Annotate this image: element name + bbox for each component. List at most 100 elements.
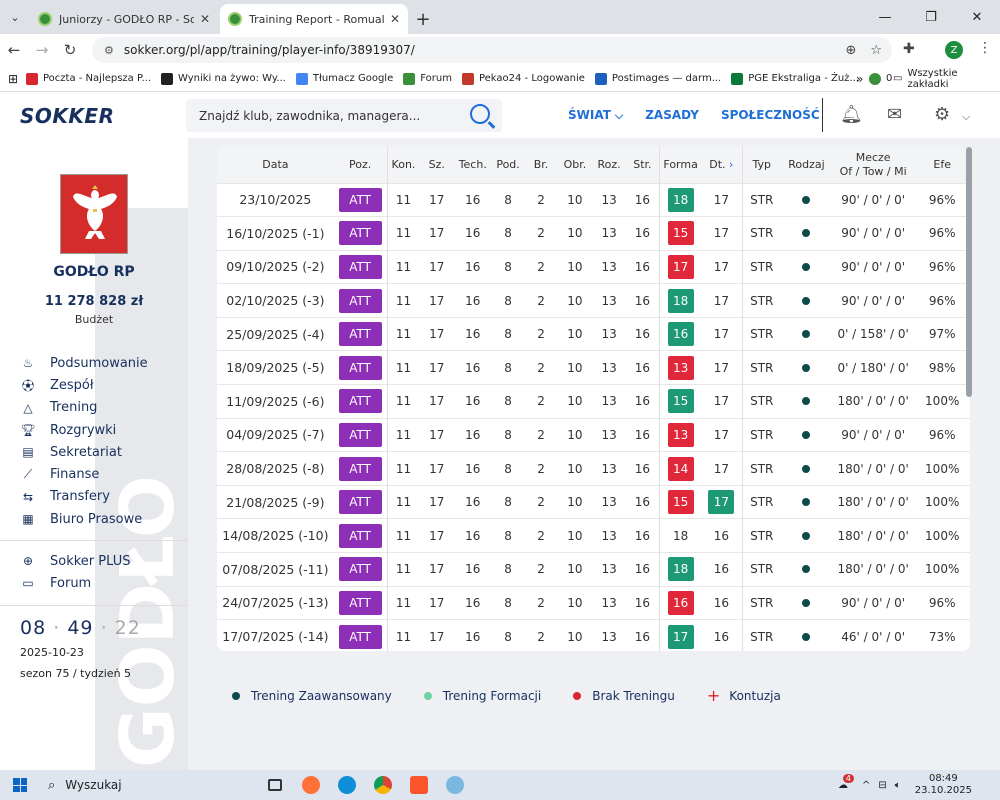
col-str[interactable]: Str. — [626, 147, 660, 183]
back-icon[interactable]: ← — [0, 41, 28, 59]
edge-icon[interactable] — [332, 773, 362, 797]
col-tech[interactable]: Tech. — [454, 147, 491, 183]
close-tab-icon[interactable]: ✕ — [200, 12, 210, 26]
tab-juniorzy[interactable]: Juniorzy - GODŁO RP - Sokker M ✕ — [30, 4, 218, 34]
col-sz[interactable]: Sz. — [419, 147, 454, 183]
col-efe[interactable]: Efe — [914, 147, 970, 183]
sokker-logo[interactable]: SOKKER — [20, 104, 114, 128]
cell-pod: 8 — [491, 484, 525, 519]
chevron-right-icon[interactable]: › — [729, 158, 733, 171]
settings-gear-icon[interactable]: ⚙︎ — [934, 104, 950, 125]
cell-date: 07/08/2025 (-11) — [217, 552, 334, 587]
mail-icon[interactable]: ✉︎ — [887, 104, 902, 125]
bookmark-star-icon[interactable]: ☆ — [870, 43, 882, 58]
col-typ[interactable]: Typ — [741, 147, 781, 183]
col-pod[interactable]: Pod. — [491, 147, 524, 183]
cell-forma: 15 — [659, 384, 702, 419]
volume-icon[interactable]: 🔈︎ — [895, 780, 901, 791]
cell-roz: 13 — [592, 384, 626, 419]
club-name[interactable]: GODŁO RP — [0, 264, 188, 280]
taskbar-search[interactable]: ⌕ Wyszukaj — [40, 778, 260, 793]
taskbar-clock[interactable]: 08:49 23.10.2025 — [915, 773, 972, 797]
cell-tech: 16 — [454, 619, 492, 651]
col-br[interactable]: Br. — [525, 147, 558, 183]
col-forma[interactable]: Forma — [659, 147, 702, 183]
bookmark-item[interactable]: 0 — [868, 72, 892, 85]
extensions-icon[interactable]: ✚ — [903, 41, 915, 57]
col-rodzaj[interactable]: Rodzaj — [781, 147, 832, 183]
tab-search-dropdown[interactable]: ⌄ — [0, 0, 30, 34]
col-roz[interactable]: Roz. — [592, 147, 625, 183]
bookmark-item[interactable]: PGE Ekstraliga - Żuż... — [731, 72, 859, 85]
col-kon[interactable]: Kon. — [386, 147, 420, 183]
reload-icon[interactable]: ↻ — [56, 41, 84, 59]
chevron-up-icon[interactable]: ^ — [862, 780, 870, 791]
sidebar-item-trening[interactable]: △ Trening — [20, 397, 148, 419]
chrome-icon[interactable] — [368, 773, 398, 797]
tab-training-report[interactable]: Training Report - Romuald Waje ✕ — [220, 4, 408, 34]
close-window-icon[interactable]: ✕ — [954, 0, 1000, 34]
nav-zasady[interactable]: ZASADY — [645, 108, 699, 123]
paint-icon[interactable] — [440, 773, 470, 797]
site-info-icon[interactable]: ⚙ — [104, 44, 114, 57]
sidebar-item-biuro-prasowe[interactable]: ▦ Biuro Prasowe — [20, 508, 148, 530]
close-tab-icon[interactable]: ✕ — [390, 12, 400, 26]
zoom-icon[interactable]: ⊕ — [845, 43, 856, 58]
site-search[interactable] — [186, 99, 502, 132]
bookmark-item[interactable]: Pekao24 - Logowanie — [461, 72, 585, 85]
bookmark-item[interactable]: Forum — [403, 72, 452, 85]
col-dt[interactable]: Dt. › — [701, 147, 742, 183]
minimize-icon[interactable]: — — [862, 0, 908, 34]
network-icon[interactable]: ⊟ — [878, 780, 886, 791]
windows-start-icon[interactable] — [0, 778, 40, 792]
cell-rodzaj — [780, 249, 832, 284]
cell-date: 16/10/2025 (-1) — [217, 216, 334, 251]
bookmark-item[interactable]: Wyniki na żywo: Wy... — [161, 72, 286, 85]
search-icon[interactable] — [470, 104, 490, 124]
brave-icon[interactable] — [404, 773, 434, 797]
url-field[interactable]: ⚙ sokker.org/pl/app/training/player-info… — [92, 37, 892, 63]
sidebar-item-sokker-plus[interactable]: ⊕ Sokker PLUS — [20, 550, 131, 572]
sidebar-item-zespol[interactable]: ⚽︎ Zespół — [20, 374, 148, 396]
sidebar-item-transfery[interactable]: ⇆ Transfery — [20, 486, 148, 508]
forward-icon[interactable]: → — [28, 41, 56, 59]
sidebar-item-podsumowanie[interactable]: ♨ Podsumowanie — [20, 352, 148, 374]
chevron-down-icon[interactable]: ⌵ — [962, 110, 970, 124]
cell-tech: 16 — [454, 417, 492, 452]
bookmark-item[interactable]: Poczta - Najlepsza P... — [26, 72, 151, 85]
col-mecze[interactable]: Mecze Of / Tow / Mi — [832, 147, 915, 183]
weather-icon[interactable]: ☁ 4 — [838, 773, 854, 791]
sidebar-item-forum[interactable]: ▭ Forum — [20, 572, 130, 594]
restore-icon[interactable]: ❐ — [908, 0, 954, 34]
cell-br: 2 — [524, 182, 558, 217]
firefox-icon[interactable] — [296, 773, 326, 797]
all-bookmarks-folder[interactable]: ▭ Wszystkie zakładki — [893, 68, 1000, 90]
more-bookmarks-icon[interactable]: » — [856, 72, 863, 86]
new-tab-button[interactable]: + — [410, 4, 436, 34]
task-view-icon[interactable] — [260, 773, 290, 797]
cell-str: 16 — [625, 417, 660, 452]
profile-avatar[interactable]: Z — [945, 41, 963, 59]
cell-br: 2 — [524, 216, 558, 251]
sidebar-item-finanse[interactable]: ⟋ Finanse — [20, 463, 148, 485]
cell-tech: 16 — [454, 585, 492, 620]
bookmark-item[interactable]: Tłumacz Google — [295, 72, 393, 85]
nav-spolecznosc[interactable]: SPOŁECZNOŚĆ — [721, 108, 820, 123]
nav-swiat[interactable]: ŚWIAT ⌵ — [568, 108, 623, 123]
col-date[interactable]: Data — [217, 147, 334, 183]
cell-mecze: 90' / 0' / 0' — [831, 283, 915, 318]
browser-menu-icon[interactable]: ⋮ — [978, 40, 992, 56]
club-crest[interactable] — [60, 174, 128, 254]
form-badge: 14 — [667, 456, 694, 481]
cell-dt: 17 — [701, 283, 743, 318]
col-pos[interactable]: Poz. — [334, 147, 387, 183]
bell-icon[interactable]: 🔔︎ — [840, 104, 863, 125]
sidebar-item-rozgrywki[interactable]: 🏆︎ Rozgrywki — [20, 419, 148, 441]
apps-grid-icon[interactable]: ⊞ — [0, 72, 26, 86]
col-obr[interactable]: Obr. — [557, 147, 592, 183]
page-scrollbar[interactable] — [966, 147, 972, 397]
search-input[interactable] — [199, 108, 459, 123]
bookmark-item[interactable]: Postimages — darm... — [594, 72, 721, 85]
legend-dot — [423, 691, 432, 700]
sidebar-item-sekretariat[interactable]: ▤ Sekretariat — [20, 441, 148, 463]
